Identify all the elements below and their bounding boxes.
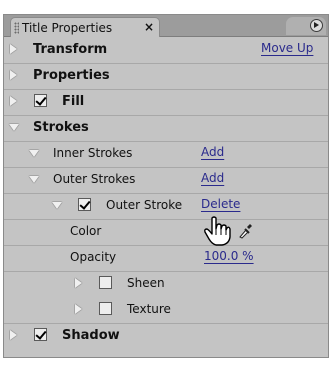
outer-stroke-checkbox[interactable] xyxy=(78,198,91,211)
section-properties-label: Properties xyxy=(33,68,110,83)
panel-tab-bar: Title Properties × xyxy=(4,15,328,37)
outer-stroke-label: Outer Stroke xyxy=(106,198,183,212)
section-strokes-label: Strokes xyxy=(33,120,89,135)
collapse-triangle-icon[interactable] xyxy=(52,202,62,209)
close-icon[interactable]: × xyxy=(144,20,154,34)
move-up-link[interactable]: Move Up xyxy=(261,41,313,55)
outer-strokes-row[interactable]: Outer Strokes Add xyxy=(4,167,328,194)
sheen-row[interactable]: Sheen xyxy=(4,271,328,297)
tab-bar-right xyxy=(286,17,326,35)
expand-triangle-icon[interactable] xyxy=(10,330,17,340)
section-transform[interactable]: Transform Move Up xyxy=(4,37,328,64)
opacity-value[interactable]: 100.0 % xyxy=(204,249,254,263)
collapse-triangle-icon[interactable] xyxy=(29,176,39,183)
sheen-checkbox[interactable] xyxy=(99,276,112,289)
hand-cursor-icon xyxy=(204,216,231,246)
inner-strokes-label: Inner Strokes xyxy=(53,146,133,160)
tab-title-label: Title Properties xyxy=(22,21,113,35)
section-shadow[interactable]: Shadow xyxy=(4,323,328,349)
outer-strokes-add-link[interactable]: Add xyxy=(201,171,224,185)
delete-link[interactable]: Delete xyxy=(201,197,240,211)
texture-row[interactable]: Texture xyxy=(4,297,328,324)
shadow-checkbox[interactable] xyxy=(34,328,47,341)
section-strokes[interactable]: Strokes xyxy=(4,115,328,142)
tab-title-properties[interactable]: Title Properties × xyxy=(10,17,160,37)
inner-strokes-row[interactable]: Inner Strokes Add xyxy=(4,141,328,168)
title-properties-panel: Title Properties × Transform Move Up Pro… xyxy=(3,14,329,358)
expand-triangle-icon[interactable] xyxy=(75,278,82,288)
expand-triangle-icon[interactable] xyxy=(10,96,17,106)
opacity-row: Opacity 100.0 % xyxy=(4,245,328,272)
expand-triangle-icon[interactable] xyxy=(10,44,17,54)
eyedropper-icon[interactable] xyxy=(238,223,252,239)
inner-strokes-add-link[interactable]: Add xyxy=(201,145,224,159)
section-shadow-label: Shadow xyxy=(62,328,120,343)
section-properties[interactable]: Properties xyxy=(4,63,328,90)
color-label: Color xyxy=(70,224,102,238)
collapse-triangle-icon[interactable] xyxy=(29,150,39,157)
panel-menu-icon[interactable] xyxy=(310,19,323,32)
collapse-triangle-icon[interactable] xyxy=(9,124,19,131)
section-transform-label: Transform xyxy=(33,42,108,57)
section-fill-label: Fill xyxy=(62,94,85,109)
texture-checkbox[interactable] xyxy=(99,302,112,315)
section-fill[interactable]: Fill xyxy=(4,89,328,116)
sheen-label: Sheen xyxy=(127,276,165,290)
outer-stroke-row[interactable]: Outer Stroke Delete xyxy=(4,193,328,220)
opacity-label: Opacity xyxy=(70,250,117,264)
fill-checkbox[interactable] xyxy=(34,94,47,107)
expand-triangle-icon[interactable] xyxy=(10,70,17,80)
expand-triangle-icon[interactable] xyxy=(75,304,82,314)
texture-label: Texture xyxy=(127,302,171,316)
outer-strokes-label: Outer Strokes xyxy=(53,172,136,186)
color-row: Color xyxy=(4,219,328,246)
grip-icon[interactable] xyxy=(14,22,19,34)
